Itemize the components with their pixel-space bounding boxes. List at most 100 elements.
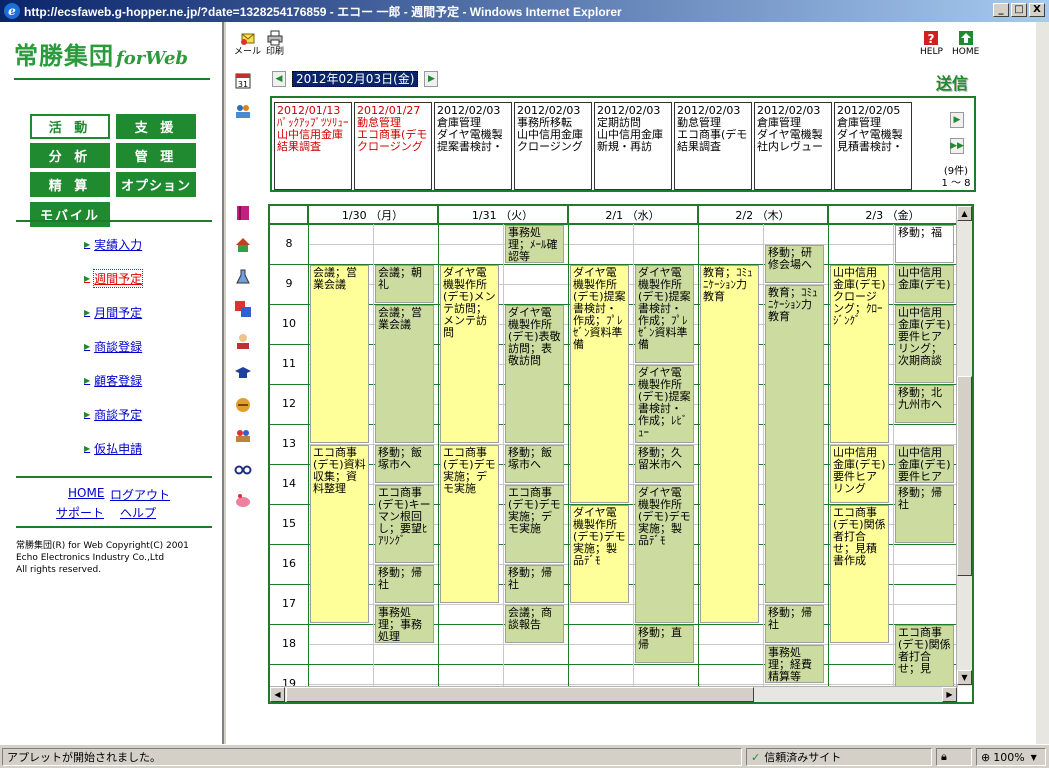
event-card[interactable]: 2012/01/13 ﾊﾟｯｸｱｯﾌﾟﾂｿﾘｭｰ 山中信用金庫 結果調査	[274, 102, 352, 190]
schedule-event[interactable]: 移動；飯塚市へ	[505, 445, 564, 483]
schedule-vscroll[interactable]: ▲ ▼	[956, 206, 972, 686]
pig-icon[interactable]	[234, 492, 252, 510]
scroll-up-button[interactable]: ▲	[957, 206, 972, 221]
schedule-hscroll[interactable]: ◀ ▶	[270, 686, 958, 702]
scroll-thumb[interactable]	[957, 376, 972, 576]
graduation-icon[interactable]	[234, 364, 252, 382]
event-card[interactable]: 2012/02/05 倉庫管理 ダイヤ電機製 見積書検討・	[834, 102, 912, 190]
window-vscroll[interactable]	[1036, 22, 1049, 744]
schedule-event[interactable]: 会議；朝礼	[375, 265, 434, 303]
send-button[interactable]: 送信	[936, 70, 968, 94]
menu-option[interactable]: オプション	[116, 172, 196, 197]
scroll-right-button[interactable]: ▶	[942, 687, 957, 702]
event-card[interactable]: 2012/02/03 倉庫管理 ダイヤ電機製 社内レヴュー	[754, 102, 832, 190]
logout-link[interactable]: ログアウト	[110, 486, 170, 503]
nav-link[interactable]: ▶ 顧客登録	[84, 372, 204, 388]
home-link[interactable]: HOME	[68, 486, 104, 500]
schedule-event[interactable]: 移動；飯塚市へ	[375, 445, 434, 483]
schedule-event[interactable]: 会議；商談報告	[505, 605, 564, 643]
nav-link[interactable]: ▶ 商談登録	[84, 338, 204, 354]
next-week-button[interactable]: ▶	[424, 71, 439, 87]
flask-icon[interactable]	[234, 268, 252, 286]
maximize-button[interactable]: □	[1011, 3, 1027, 17]
user-icon[interactable]	[234, 332, 252, 350]
schedule-event[interactable]: 事務処理；事務処理	[375, 605, 434, 643]
nav-link[interactable]: ▶ 実績入力	[84, 236, 204, 252]
menu-settlement[interactable]: 精 算	[30, 172, 110, 197]
nav-link[interactable]: ▶ 商談予定	[84, 406, 204, 422]
people-icon[interactable]	[234, 102, 252, 120]
hscroll-thumb[interactable]	[286, 687, 754, 702]
schedule-event[interactable]: 山中信用金庫(デモ)クロージング；ｸﾛｰｼﾞﾝｸﾞ	[830, 265, 889, 443]
house-icon[interactable]	[234, 236, 252, 254]
menu-analysis[interactable]: 分 析	[30, 143, 110, 168]
title-bar[interactable]: e http://ecsfaweb.g-hopper.ne.jp/?date=1…	[0, 0, 1049, 22]
schedule-event[interactable]: 移動；研修会場へ	[765, 245, 824, 283]
menu-management[interactable]: 管 理	[116, 143, 196, 168]
event-card[interactable]: 2012/02/03 事務所移転 山中信用金庫 クロージング	[514, 102, 592, 190]
scroll-down-button[interactable]: ▼	[957, 670, 972, 685]
translate-icon[interactable]	[234, 300, 252, 318]
day-header[interactable]: 2/1 （水）	[568, 206, 698, 224]
prev-week-button[interactable]: ◀	[272, 71, 286, 87]
schedule-event[interactable]: ダイヤ電機製作所(デモ)デモ実施；製品ﾃﾞﾓ	[635, 485, 694, 623]
schedule-event[interactable]: 教育；ｺﾐｭﾆｹｰｼｮﾝ力教育	[765, 285, 824, 603]
schedule-event[interactable]: 山中信用金庫(デモ)要件ヒアリング；次期商談	[895, 305, 954, 383]
schedule-event[interactable]: ダイヤ電機製作所(デモ)提案書検討・作成；ﾚﾋﾞｭｰ	[635, 365, 694, 443]
events-next-button[interactable]: ▶	[950, 112, 964, 128]
schedule-event[interactable]: 移動；直帰	[635, 625, 694, 663]
schedule-event[interactable]: 事務処理；経費精算等	[765, 645, 824, 683]
scroll-left-button[interactable]: ◀	[270, 687, 285, 702]
home-button[interactable]: HOME	[952, 30, 979, 57]
support-link[interactable]: サポート	[56, 504, 104, 521]
day-header[interactable]: 1/30 （月）	[308, 206, 438, 224]
schedule-event[interactable]: 移動；帰社	[895, 485, 954, 543]
mail-button[interactable]: メール	[234, 30, 261, 57]
schedule-event[interactable]: 移動；福	[895, 225, 954, 263]
schedule-event[interactable]: 山中信用金庫(デモ)要件ヒアリング	[830, 445, 889, 503]
nav-link[interactable]: ▶ 週間予定	[84, 268, 204, 288]
event-card[interactable]: 2012/02/03 勤怠管理 エコ商事(デモ 結果調査	[674, 102, 752, 190]
schedule-event[interactable]: ダイヤ電機製作所(デモ)表敬訪問；表敬訪問	[505, 305, 564, 443]
nav-link[interactable]: ▶ 仮払申請	[84, 440, 204, 456]
schedule-event[interactable]: 移動；帰社	[765, 605, 824, 643]
day-header[interactable]: 2/3 （金）	[828, 206, 958, 224]
schedule-event[interactable]: 移動；帰社	[375, 565, 434, 603]
event-card[interactable]: 2012/01/27 勤怠管理 エコ商事(デモ クロージング	[354, 102, 432, 190]
schedule-event[interactable]: 移動；久留米市へ	[635, 445, 694, 483]
schedule-event[interactable]: エコ商事(デモ)デモ実施；デモ実施	[505, 485, 564, 563]
schedule-event[interactable]: 会議；営業会議	[310, 265, 369, 443]
menu-activity[interactable]: 活 動	[30, 114, 110, 139]
schedule-event[interactable]: ダイヤ電機製作所(デモ)提案書検討・作成；ﾌﾟﾚｾﾞﾝ資料準備	[570, 265, 629, 503]
minimize-button[interactable]: _	[993, 3, 1009, 17]
schedule-event[interactable]: 移動；帰社	[505, 565, 564, 603]
menu-support[interactable]: 支 援	[116, 114, 196, 139]
meeting-icon[interactable]	[234, 428, 252, 446]
current-date[interactable]: 2012年02月03日(金)	[292, 71, 419, 87]
book-icon[interactable]	[234, 204, 252, 222]
events-last-button[interactable]: ▶▶	[950, 138, 964, 154]
help-link[interactable]: ヘルプ	[120, 504, 156, 521]
close-button[interactable]: X	[1029, 3, 1045, 17]
schedule-event[interactable]: エコ商事(デモ)資料収集；資料整理	[310, 445, 369, 623]
glasses-icon[interactable]	[234, 460, 252, 478]
schedule-event[interactable]: エコ商事(デモ)キーマン根回し；要望ﾋｱﾘﾝｸﾞ	[375, 485, 434, 563]
help-button[interactable]: ? HELP	[920, 30, 943, 57]
day-header[interactable]: 1/31 （火）	[438, 206, 568, 224]
calendar-icon[interactable]: 31	[234, 72, 252, 90]
schedule-event[interactable]: 山中信用金庫(デモ)	[895, 265, 954, 303]
schedule-event[interactable]: 事務処理；ﾒｰﾙ確認等	[505, 225, 564, 263]
schedule-event[interactable]: ダイヤ電機製作所(デモ)メンテ訪問；メンテ訪問	[440, 265, 499, 443]
schedule-event[interactable]: エコ商事(デモ)関係者打合せ；見積書作成	[830, 505, 889, 643]
schedule-event[interactable]: ダイヤ電機製作所(デモ)デモ実施；製品ﾃﾞﾓ	[570, 505, 629, 603]
print-button[interactable]: 印刷	[266, 30, 284, 57]
menu-mobile[interactable]: モバイル	[30, 202, 110, 227]
event-card[interactable]: 2012/02/03 倉庫管理 ダイヤ電機製 提案書検討・	[434, 102, 512, 190]
schedule-event[interactable]: 移動；北九州市へ	[895, 385, 954, 423]
zoom-control[interactable]: ⊕ 100% ▼	[976, 748, 1046, 766]
event-card[interactable]: 2012/02/03 定期訪問 山中信用金庫 新規・再訪	[594, 102, 672, 190]
handshake-icon[interactable]	[234, 396, 252, 414]
schedule-event[interactable]: 山中信用金庫(デモ)要件ヒア	[895, 445, 954, 483]
protected-mode[interactable]: 🔒︎	[936, 748, 972, 766]
nav-link[interactable]: ▶ 月間予定	[84, 304, 204, 320]
